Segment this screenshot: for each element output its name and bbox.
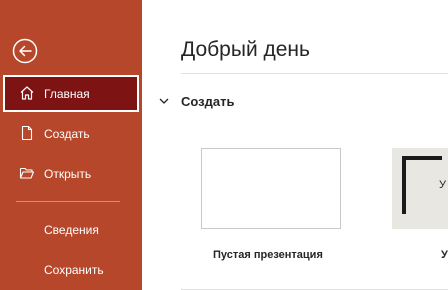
sidebar-divider — [16, 201, 120, 202]
sidebar-item-info[interactable]: Сведения — [3, 211, 139, 248]
template-label: Пустая презентация — [213, 249, 323, 261]
section-label: Создать — [181, 93, 235, 109]
template-welcome-tour[interactable]: У — [392, 148, 448, 229]
sidebar-item-label: Открыть — [44, 166, 92, 181]
sidebar-item-new[interactable]: Создать — [3, 115, 139, 152]
chevron-down-icon — [159, 98, 169, 104]
page-title: Добрый день — [181, 38, 310, 61]
sidebar-item-label: Создать — [44, 126, 90, 141]
back-arrow-icon[interactable] — [12, 38, 38, 64]
sidebar-item-home[interactable]: Главная — [3, 75, 139, 112]
sidebar-item-open[interactable]: Открыть — [3, 155, 139, 192]
corner-frame-graphic — [402, 156, 442, 214]
sidebar-item-label: Сохранить — [44, 262, 104, 277]
sidebar-item-label: Сведения — [44, 222, 99, 237]
backstage-sidebar: Главная Создать Открыть Сведения Сохрани… — [0, 0, 142, 290]
sidebar-item-label: Главная — [44, 86, 90, 101]
title-divider — [181, 73, 448, 74]
template-blank-presentation[interactable] — [201, 148, 341, 229]
home-icon — [20, 86, 34, 100]
new-file-icon — [21, 125, 33, 141]
template-label: У — [441, 249, 448, 261]
sidebar-item-save[interactable]: Сохранить — [3, 251, 139, 288]
backstage-main: Добрый день Создать Пустая презентация У… — [142, 0, 448, 290]
template-thumb-text: У — [439, 179, 446, 191]
open-folder-icon — [19, 167, 35, 179]
section-create-toggle[interactable]: Создать — [156, 90, 276, 112]
